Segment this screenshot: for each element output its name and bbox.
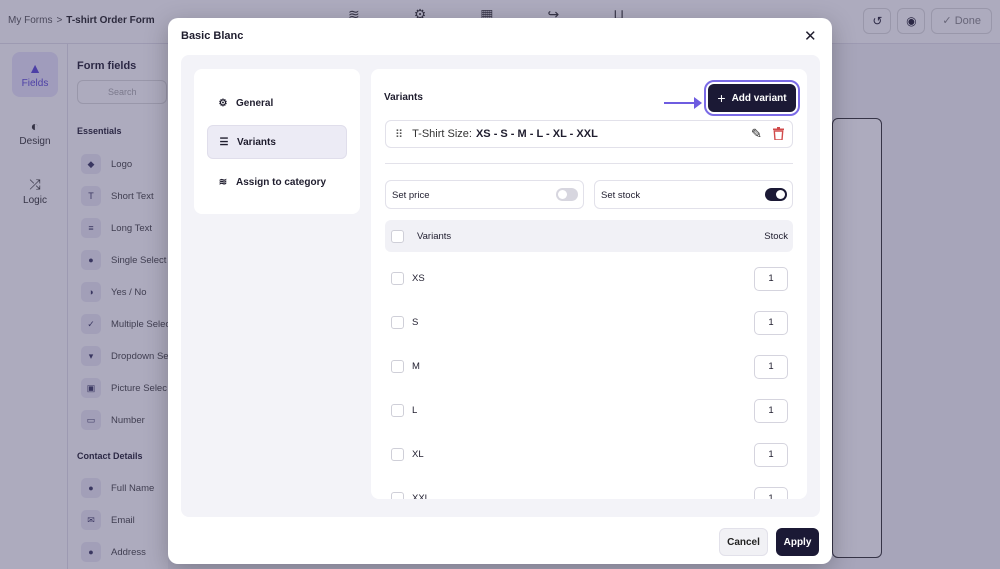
toggle-knob [776,190,785,199]
set-price-label: Set price [392,190,430,201]
row-variant: XL [412,449,424,460]
row-variant: XS [412,273,425,284]
nav-general-label: General [236,97,274,109]
select-all-checkbox[interactable] [391,230,404,243]
stock-input[interactable]: 1 [754,355,788,379]
add-variant-label: Add variant [731,92,787,104]
add-variant-button[interactable]: + Add variant [704,80,800,116]
nav-variants[interactable]: ☰ Variants [207,125,347,159]
variant-group-values: XS - S - M - L - XL - XXL [475,128,598,140]
col-variants: Variants [417,231,452,242]
row-checkbox[interactable] [391,316,404,329]
nav-variants-label: Variants [237,136,276,148]
stock-input[interactable]: 1 [754,399,788,423]
row-checkbox[interactable] [391,492,404,499]
apply-button[interactable]: Apply [776,528,819,556]
table-row: XS 1 [385,257,793,301]
dialog-body: ⚙ General ☰ Variants ≋ Assign to categor… [181,55,820,517]
product-dialog: Basic Blanc ✕ ⚙ General ☰ Variants ≋ Ass… [168,18,832,564]
plus-icon: + [717,90,726,106]
table-row: M 1 [385,345,793,389]
variant-group-label: T-Shirt Size: [412,128,472,140]
row-checkbox[interactable] [391,272,404,285]
row-variant: L [412,405,418,416]
table-row: XXL 1 [385,477,793,499]
list-icon: ☰ [219,136,229,148]
row-variant: XXL [412,493,430,499]
set-price-toggle[interactable] [556,188,578,201]
arrow-pointer-icon [664,97,702,109]
dialog-title: Basic Blanc [181,30,244,42]
variant-group-row: ⠿ T-Shirt Size: XS - S - M - L - XL - XX… [385,120,793,148]
cancel-button[interactable]: Cancel [719,528,768,556]
table-row: XL 1 [385,433,793,477]
layers-icon: ≋ [218,176,228,188]
nav-assign-category[interactable]: ≋ Assign to category [207,165,347,199]
table-row: S 1 [385,301,793,345]
dialog-nav: ⚙ General ☰ Variants ≋ Assign to categor… [194,69,360,214]
variants-title: Variants [384,92,423,103]
set-stock-label: Set stock [601,190,641,201]
nav-general[interactable]: ⚙ General [207,86,347,120]
table-row: L 1 [385,389,793,433]
stock-input[interactable]: 1 [754,267,788,291]
stock-input[interactable]: 1 [754,311,788,335]
stock-input[interactable]: 1 [754,487,788,499]
toggle-knob [558,190,567,199]
row-checkbox[interactable] [391,448,404,461]
row-variant: S [412,317,419,328]
col-stock: Stock [764,231,788,242]
variants-panel: Variants + Add variant ⠿ T-Shirt Size: X… [371,69,807,499]
row-checkbox[interactable] [391,360,404,373]
divider [385,163,793,164]
set-price-box: Set price [385,180,584,209]
trash-icon[interactable] [773,127,784,143]
set-stock-toggle[interactable] [765,188,787,201]
nav-assign-category-label: Assign to category [236,176,327,188]
gear-icon: ⚙ [218,97,228,109]
stock-input[interactable]: 1 [754,443,788,467]
set-stock-box: Set stock [594,180,793,209]
drag-handle-icon[interactable]: ⠿ [395,128,403,141]
variants-table-header: Variants Stock [385,220,793,252]
close-icon[interactable]: ✕ [804,27,817,45]
pencil-icon[interactable]: ✎ [751,126,762,142]
row-checkbox[interactable] [391,404,404,417]
row-variant: M [412,361,420,372]
